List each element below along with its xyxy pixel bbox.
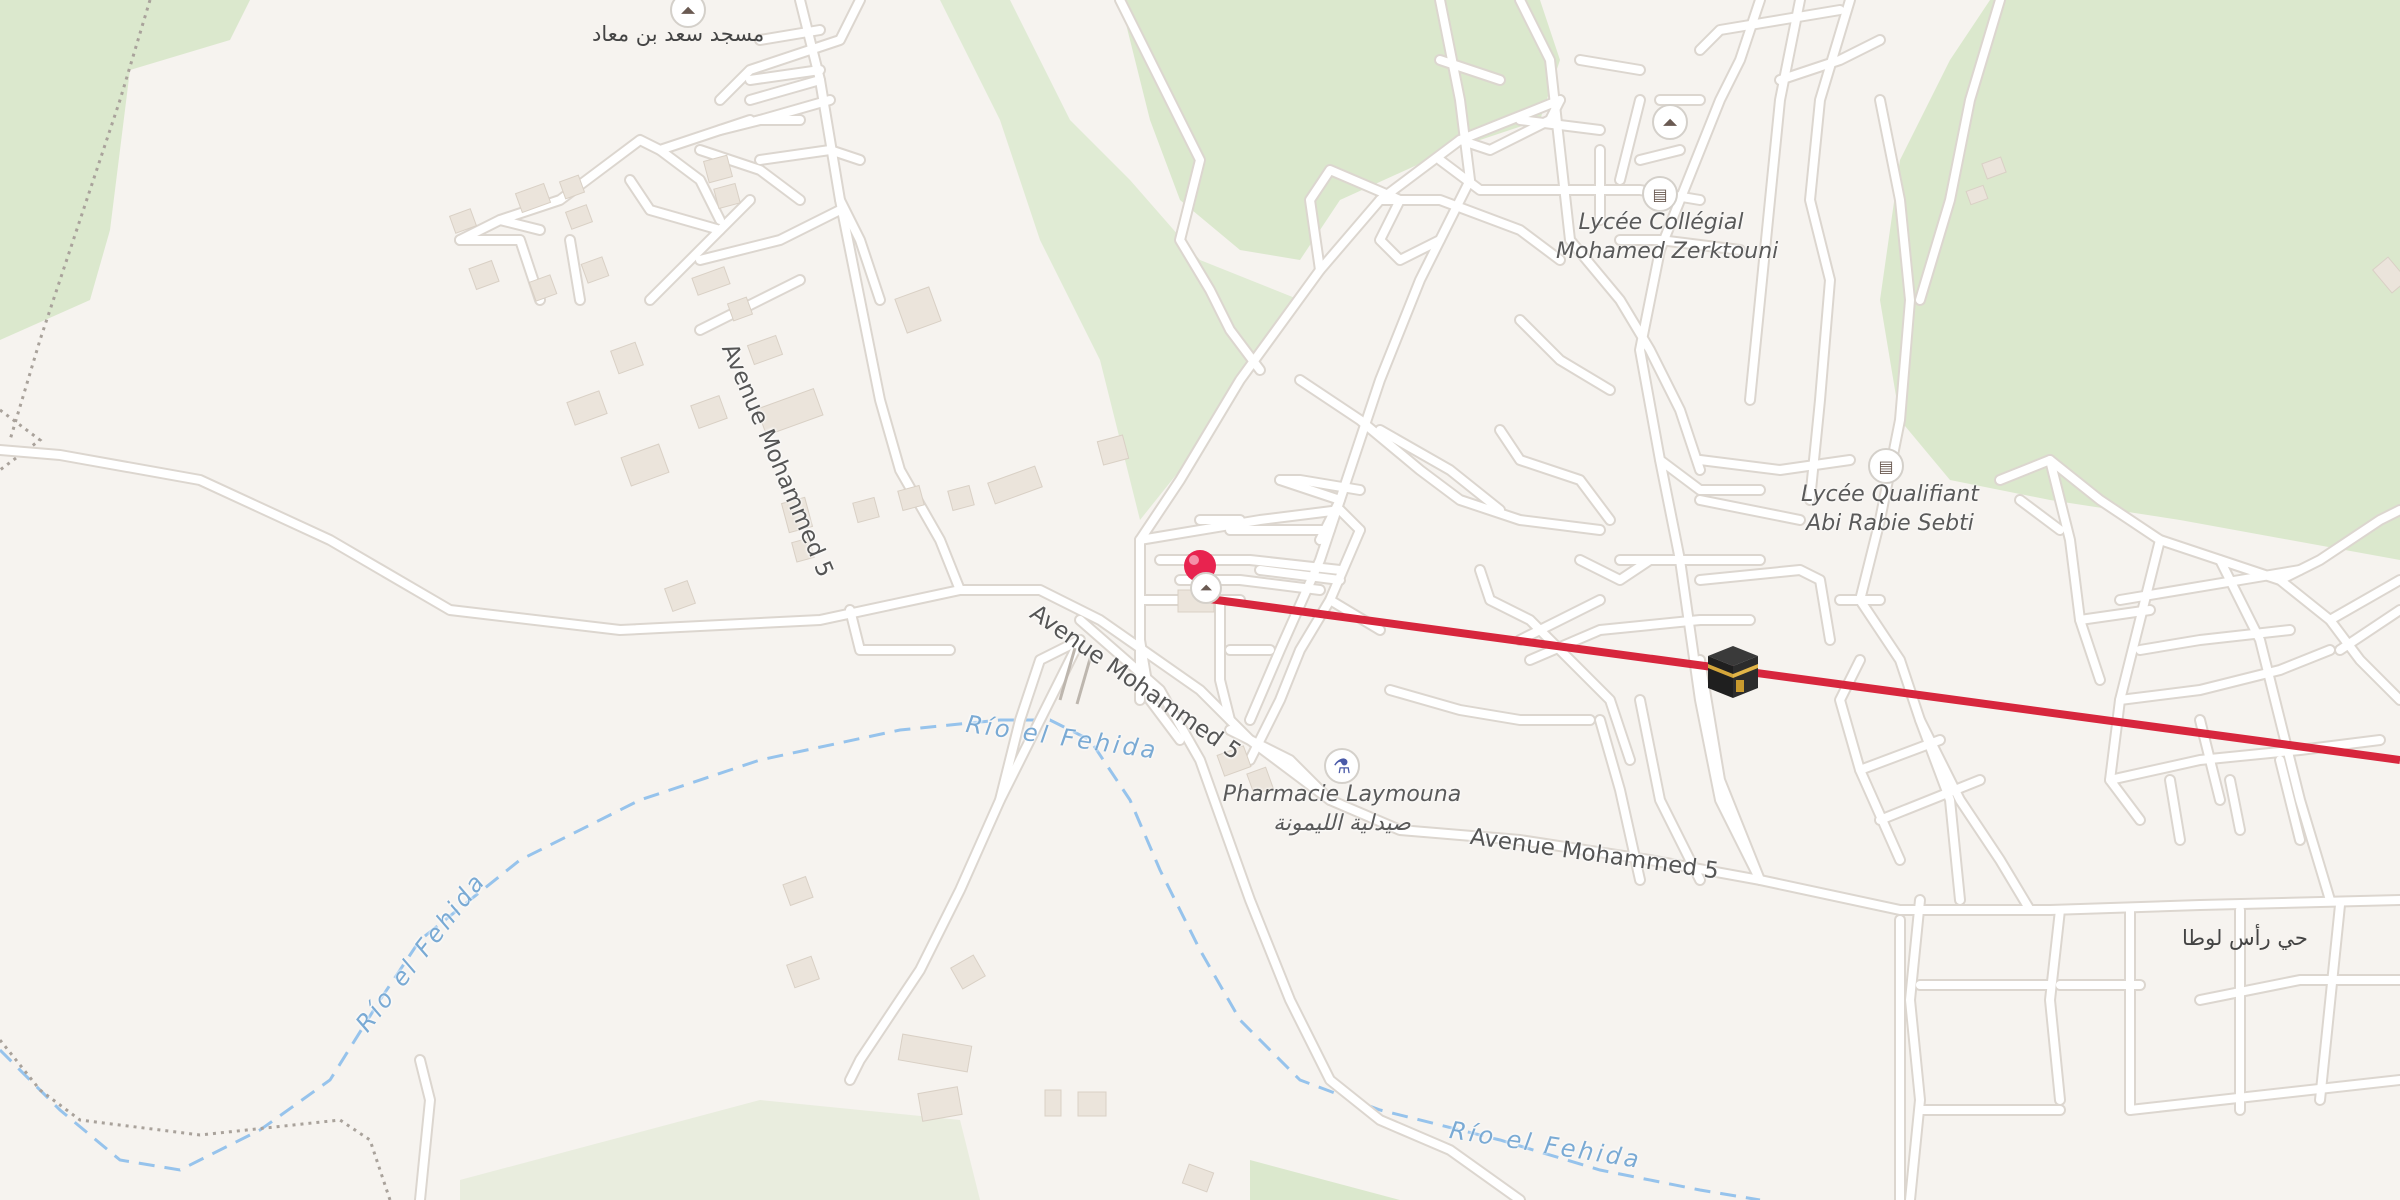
kaaba-icon[interactable] — [1706, 644, 1760, 700]
mosque-icon[interactable]: ⏶ — [1652, 104, 1688, 140]
school-name-line: Lycée Qualifiant — [1801, 482, 1979, 507]
kaaba-icon — [1708, 646, 1758, 698]
school-label: Lycée Qualifiant Abi Rabie Sebti — [1780, 480, 2000, 538]
mosque-label: مسجد سعد بن معاد — [592, 22, 765, 46]
school-label: Lycée Collégial Mohamed Zerktouni — [1556, 208, 1779, 266]
school-name-line: Mohamed Zerktouni — [1556, 239, 1779, 264]
map-canvas[interactable]: ⏶ ⏶ ▤ ▤ ⚗ ⏶ مسجد سعد بن معاد Lycée Collé… — [0, 0, 2400, 1200]
pharmacy-label: Pharmacie Laymouna صيدلية الليمونة — [1222, 780, 1462, 838]
school-icon[interactable]: ▤ — [1868, 448, 1904, 484]
school-icon[interactable]: ▤ — [1642, 176, 1678, 212]
school-name-line: Lycée Collégial — [1578, 210, 1744, 235]
pharmacy-name-line: Pharmacie Laymouna — [1222, 782, 1462, 807]
district-label: حي رأس لوطا — [2182, 926, 2308, 950]
mosque-icon[interactable]: ⏶ — [1190, 572, 1222, 604]
pharmacy-icon[interactable]: ⚗ — [1324, 748, 1360, 784]
pharmacy-name-line: صيدلية الليمونة — [1273, 811, 1411, 836]
school-name-line: Abi Rabie Sebti — [1806, 511, 1974, 536]
